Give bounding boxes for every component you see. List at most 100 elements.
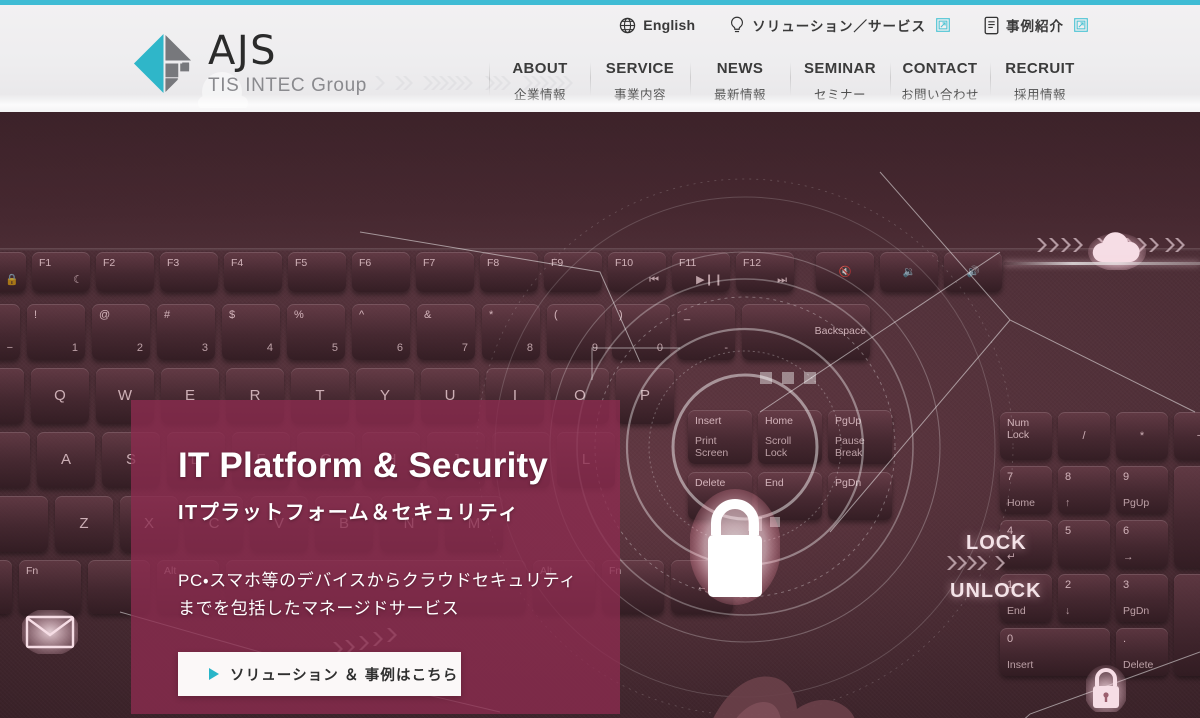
key-fn: Fn: [19, 560, 81, 614]
play-triangle-icon: [209, 668, 219, 681]
key-4: $4: [222, 304, 280, 360]
keyboard-row-function: c🔒 F1☾ F2 F3 F4 F5 F6 F7 F8 F9 F10⏮ F11▶…: [0, 252, 1002, 292]
hud-glow-line-right: [1004, 262, 1200, 265]
key-f9: F9: [544, 252, 602, 292]
nav-label-jp: 採用情報: [1013, 88, 1066, 102]
nav-label-en: ABOUT: [512, 60, 568, 77]
key-numpad-7: 7 Home: [1000, 466, 1052, 514]
key-f10: F10 ⏮: [608, 252, 666, 292]
globe-icon: [620, 17, 636, 33]
key-num-lock: Num Lock: [1000, 412, 1052, 460]
nav-label-jp: 事業内容: [613, 88, 666, 102]
nav-label-en: SERVICE: [605, 60, 675, 77]
ajs-diamond-logo-icon: [133, 33, 192, 93]
key-f3: F3: [160, 252, 218, 292]
key-numpad-6: 6 →: [1116, 520, 1168, 568]
key-caps-lock: aps Lock: [0, 432, 30, 488]
nav-item-about[interactable]: ABOUT 企業情報: [489, 60, 590, 103]
nav-label-jp: 企業情報: [513, 88, 566, 102]
key-p: P: [616, 368, 674, 424]
key-numpad-2: 2 ↓: [1058, 574, 1110, 622]
nav-item-seminar[interactable]: SEMINAR セミナー: [790, 60, 890, 103]
utility-nav-item-english[interactable]: English: [619, 17, 695, 34]
key-f4: F4: [224, 252, 282, 292]
key-z: Z: [55, 496, 113, 552]
hero-cta-label: ソリューション ＆ 事例はこちら: [230, 667, 459, 684]
utility-nav-label: 事例紹介: [1006, 19, 1064, 34]
nav-label-jp: セミナー: [813, 88, 866, 102]
hero-lead-text: PC・スマホ等のデバイスからクラウドセキュリティ までを包括したマネージドサービ…: [178, 567, 620, 622]
nav-item-recruit[interactable]: RECRUIT 採用情報: [990, 60, 1090, 103]
key-f8: F8: [480, 252, 538, 292]
key-f2: F2: [96, 252, 154, 292]
key-1: ! 1: [27, 304, 85, 360]
nav-label-en: CONTACT: [902, 60, 978, 77]
padlock-glow-icon: [1086, 665, 1126, 712]
key-numpad-8: 8 ↑: [1058, 466, 1110, 514]
external-link-icon: [936, 18, 950, 32]
numpad-row-5: 0 Insert . Delete: [1000, 628, 1168, 676]
key-tilde: %−: [0, 304, 20, 360]
key-numpad-multiply: *: [1116, 412, 1168, 460]
nav-label-jp: 最新情報: [713, 88, 766, 102]
key-backspace: Backspace: [742, 304, 870, 360]
nav-item-news[interactable]: NEWS 最新情報: [690, 60, 790, 103]
hero-lead-line-2: までを包括したマネージドサービス: [178, 598, 460, 618]
key-pgup: PgUp Pause Break: [828, 410, 892, 464]
hero-cta-button[interactable]: ソリューション ＆ 事例はこちら: [178, 652, 461, 697]
nav-item-contact[interactable]: CONTACT お問い合わせ: [890, 60, 990, 103]
hero-headline-jp: ITプラットフォーム＆セキュリティ: [178, 502, 520, 524]
laptop-upper-deck: [0, 112, 1200, 250]
hero-banner: c🔒 F1☾ F2 F3 F4 F5 F6 F7 F8 F9 F10⏮ F11▶…: [0, 112, 1200, 718]
key-f11: F11 ▶❙❙: [672, 252, 730, 292]
key-3: #3: [157, 304, 215, 360]
lightbulb-icon: [731, 16, 744, 32]
key-minus: _ -: [677, 304, 735, 360]
nav-label-en: NEWS: [716, 60, 764, 77]
key-pgdn: PgDn: [828, 472, 892, 520]
key-shift-left: hift: [0, 496, 48, 552]
utility-nav: English ソリューション／サービス 事例紹介: [619, 15, 1088, 35]
top-accent-rule: [0, 0, 1200, 5]
site-logo[interactable]: AJS TIS INTEC Group: [132, 31, 367, 95]
key-numpad-divide: /: [1058, 412, 1110, 460]
key-numpad-3: 3 PgDn: [1116, 574, 1168, 622]
hand-silhouette: [713, 676, 855, 718]
envelope-glow-icon: [22, 610, 78, 654]
key-ctrl: trl: [0, 560, 12, 614]
laptop-deck-edge: [0, 248, 1200, 251]
key-2: @2: [92, 304, 150, 360]
key-f1: F1 ☾: [32, 252, 90, 292]
key-mute: 🔇: [816, 252, 874, 292]
site-header: AJS TIS INTEC Group English ソリューション／サービス…: [0, 5, 1200, 112]
key-tab: b: [0, 368, 24, 424]
logo-wordmark: AJS: [208, 28, 278, 74]
main-nav: ABOUT 企業情報 SERVICE 事業内容 NEWS 最新情報 SEMINA…: [489, 60, 1090, 103]
key-0: ) 0: [612, 304, 670, 360]
key-9: (9: [547, 304, 605, 360]
hero-lead-line-1: PC・スマホ等のデバイスからクラウドセキュリティ: [178, 571, 577, 590]
logo-tagline: TIS INTEC Group: [208, 75, 367, 96]
utility-nav-item-case-studies[interactable]: 事例紹介: [984, 15, 1088, 35]
hero-headline-en: IT Platform & Security: [178, 446, 549, 485]
hero-text-panel: IT Platform & Security ITプラットフォーム＆セキュリティ…: [131, 400, 620, 714]
external-link-icon: [1074, 18, 1088, 32]
key-numpad-5: 5: [1058, 520, 1110, 568]
key-a: A: [37, 432, 95, 488]
key-q: Q: [31, 368, 89, 424]
keyboard-row-numbers: %− !1 @2 #3 $4 %5 ^6 &7 *8 (9 )0 _- Back…: [0, 304, 870, 360]
document-icon: [984, 16, 999, 34]
utility-nav-item-solution-service[interactable]: ソリューション／サービス: [729, 15, 950, 35]
key-numpad-9: 9 PgUp: [1116, 466, 1168, 514]
key-8: * 8: [482, 304, 540, 360]
key-f6: F6: [352, 252, 410, 292]
key-f12: F12 ⏭: [736, 252, 794, 292]
key-numpad-enter: En: [1174, 574, 1200, 676]
key-volume-down: 🔉: [880, 252, 938, 292]
key-insert: Insert Print Screen: [688, 410, 752, 464]
key-7: & 7: [417, 304, 475, 360]
nav-label-en: RECRUIT: [1005, 60, 1075, 77]
key-5: % 5: [287, 304, 345, 360]
key-esc: c🔒: [0, 252, 26, 292]
nav-item-service[interactable]: SERVICE 事業内容: [590, 60, 690, 103]
